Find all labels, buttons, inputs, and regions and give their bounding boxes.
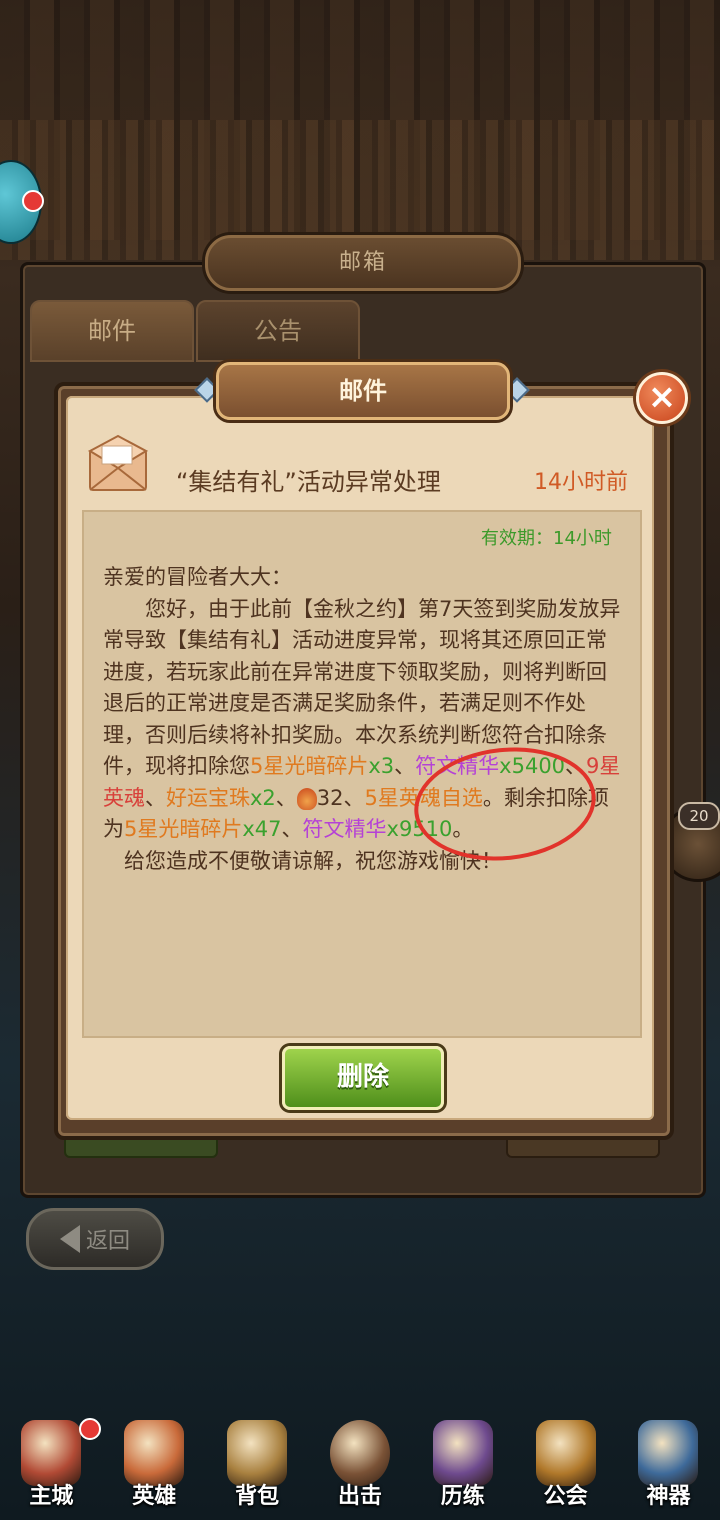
tab-mail[interactable]: 邮件 (30, 300, 194, 362)
nav-item-guild[interactable]: 公会 (520, 1410, 612, 1520)
mail-time: 14小时前 (534, 470, 628, 495)
item-light-dark-shard-2: 5星光暗碎片 (124, 817, 243, 841)
delete-button[interactable]: 删除 (282, 1046, 444, 1110)
crossed-swords-icon (329, 1420, 390, 1486)
item-rune-essence-2: 符文精华 (302, 817, 387, 841)
back-label: 返回 (85, 1229, 130, 1254)
bottom-nav: 主城 英雄 背包 出击 历练 公会 神器 (0, 1400, 720, 1520)
close-icon[interactable]: × (636, 372, 688, 424)
mailbox-title: 邮箱 (205, 235, 521, 291)
mail-subject: “集结有礼”活动异常处理 (176, 468, 441, 496)
nav-item-trials[interactable]: 历练 (417, 1410, 509, 1520)
validity-label: 有效期：14小时 (481, 528, 612, 549)
notification-dot (22, 190, 44, 212)
tower-icon (432, 1420, 493, 1486)
tab-notice[interactable]: 公告 (196, 300, 360, 362)
greeting: 亲爱的冒险者大大： (103, 565, 292, 589)
item-luck-orb: 好运宝珠 (166, 785, 250, 810)
hero-icon (124, 1420, 185, 1486)
feather-icon (296, 787, 317, 810)
nav-item-artifact[interactable]: 神器 (622, 1410, 714, 1520)
notification-dot (79, 1418, 102, 1440)
chat-count-badge: 20 (678, 802, 720, 830)
shield-icon (535, 1420, 596, 1486)
nav-item-heroes[interactable]: 英雄 (108, 1410, 200, 1520)
item-light-dark-shard: 5星光暗碎片 (250, 754, 369, 778)
nav-item-city[interactable]: 主城 (5, 1410, 102, 1520)
envelope-icon (88, 434, 148, 491)
back-arrow-icon (59, 1225, 80, 1253)
nav-item-backpack[interactable]: 背包 (211, 1410, 303, 1520)
backpack-icon (227, 1420, 288, 1486)
castle-icon (21, 1420, 82, 1486)
mail-dialog-title: 邮件 (216, 362, 510, 420)
nav-item-battle[interactable]: 出击 (314, 1410, 406, 1520)
crystal-icon (638, 1420, 699, 1486)
back-button[interactable]: 返回 (26, 1208, 164, 1270)
